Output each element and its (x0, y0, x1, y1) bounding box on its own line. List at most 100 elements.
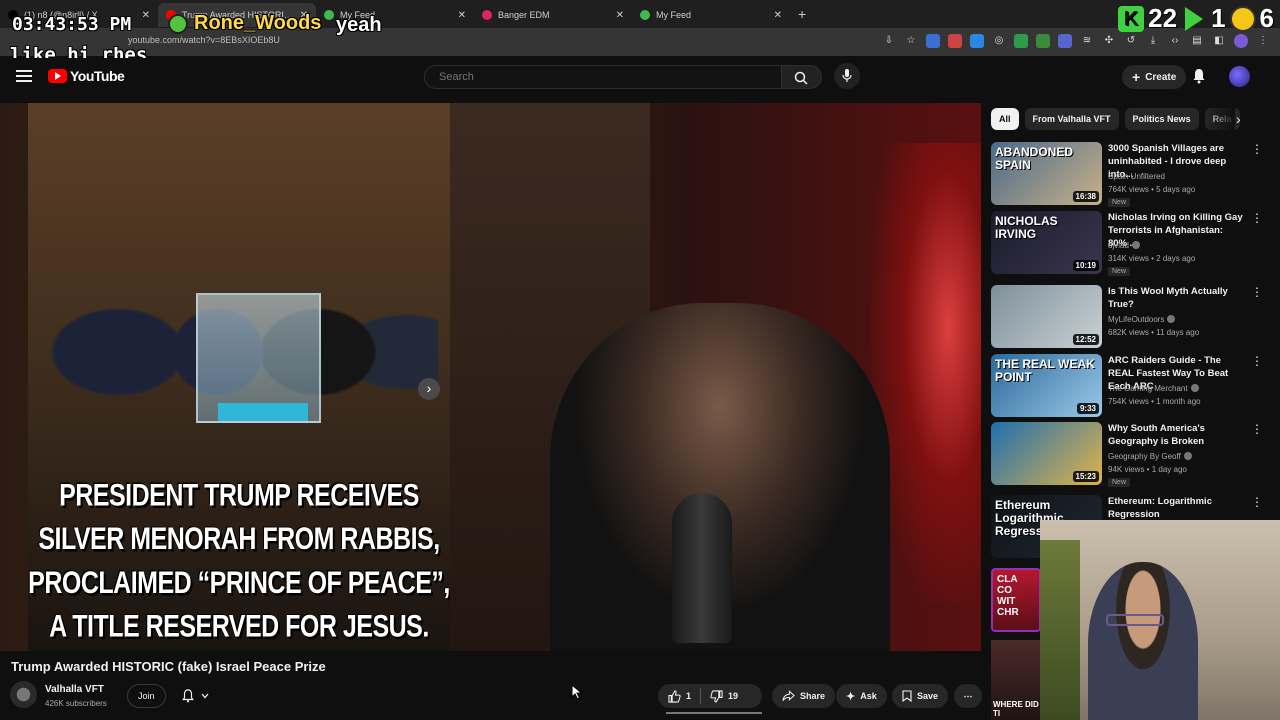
recommended-video[interactable]: 15:23 Why South America's Geography is Br… (991, 422, 1271, 488)
youtube-logo[interactable]: YouTube (48, 68, 125, 84)
video-thumbnail[interactable]: 15:23 (991, 422, 1102, 485)
filter-chip[interactable]: From Valhalla VFT (1024, 108, 1119, 130)
extension-icon[interactable] (948, 34, 962, 48)
recommended-video[interactable]: 12:52 Is This Wool Myth Actually True? MyL… (991, 285, 1271, 351)
recommended-channel[interactable]: MyLifeOutdoors (1108, 315, 1164, 324)
chevron-right-icon[interactable]: › (1236, 111, 1241, 127)
video-thumbnail[interactable]: NICHOLAS IRVING 10:19 (991, 211, 1102, 274)
tab-label: My Feed (656, 10, 692, 20)
recommended-channel[interactable]: The Gaming Merchant (1108, 384, 1188, 393)
recommended-channel[interactable]: Geography By Geoff (1108, 452, 1181, 461)
video-title: Trump Awarded HISTORIC (fake) Israel Pea… (11, 659, 326, 674)
bell-icon (182, 689, 194, 703)
filter-chip[interactable]: Politics News (1124, 108, 1199, 130)
verified-icon (1183, 452, 1192, 460)
extension-icon[interactable] (1058, 34, 1072, 48)
screen: (1) n8 (@n8irll) / X ✕ Trump Awarded HISTO… (0, 0, 1280, 720)
video-thumbnail[interactable]: THE REAL WEAK POINT 9:33 (991, 354, 1102, 417)
create-button[interactable]: + Create (1122, 65, 1187, 89)
extension-icon[interactable] (970, 34, 984, 48)
sparkle-icon: ✦ (846, 690, 856, 703)
search-input[interactable] (425, 66, 781, 88)
tab-label: Banger EDM (498, 10, 550, 20)
ask-button[interactable]: ✦ Ask (836, 684, 887, 708)
recommended-channel[interactable]: Spain Unfiltered (1108, 172, 1165, 181)
carousel-next-icon[interactable]: › (418, 378, 440, 400)
menu-icon[interactable]: ⋮ (1256, 34, 1270, 48)
hamburger-menu-icon[interactable] (16, 70, 32, 82)
video-player[interactable]: PRESIDENT TRUMP RECEIVES SILVER MENORAH … (0, 103, 981, 651)
thumbs-down-icon[interactable] (710, 689, 723, 703)
extension-icon[interactable]: ≋ (1080, 34, 1094, 48)
save-label: Save (917, 691, 939, 701)
close-tab-icon[interactable]: ✕ (616, 10, 624, 21)
new-tab-button[interactable]: + (798, 6, 806, 22)
channel-avatar[interactable] (10, 681, 37, 708)
channel-name[interactable]: Valhalla VFT (45, 684, 104, 695)
more-options-icon[interactable]: ⋮ (1251, 422, 1263, 436)
bell-icon (1193, 69, 1205, 84)
bookmark-icon (902, 690, 912, 702)
share-button[interactable]: Share (772, 684, 836, 708)
stream-stats: K 22 1 6 (1118, 3, 1274, 34)
recommended-video[interactable]: ABANDONED SPAIN 16:38 3000 Spanish Village… (991, 142, 1271, 208)
browser-tab[interactable]: Banger EDM ✕ (474, 3, 632, 27)
recommended-video[interactable]: THE REAL WEAK POINT 9:33 ARC Raiders Guide… (991, 354, 1271, 420)
channel-line: The Gaming Merchant (1108, 384, 1199, 393)
close-tab-icon[interactable]: ✕ (142, 10, 150, 21)
recommended-title[interactable]: Ethereum: Logarithmic Regression (1108, 495, 1244, 521)
thumbnail-text: ABANDONED SPAIN (995, 145, 1073, 172)
tab-favicon-icon (324, 10, 334, 20)
install-icon[interactable]: ⇩ (882, 34, 896, 48)
thumbnail-text: NICHOLAS IRVING (995, 214, 1058, 241)
like-dislike-group: 1 19 (658, 684, 762, 708)
filter-chip[interactable]: All (991, 108, 1019, 130)
video-thumbnail[interactable]: ABANDONED SPAIN 16:38 (991, 142, 1102, 205)
caption-line: PRESIDENT TRUMP RECEIVES (59, 477, 419, 513)
more-options-icon[interactable]: ⋮ (1251, 211, 1263, 225)
profile-icon[interactable] (1234, 34, 1248, 48)
puzzle-icon[interactable]: ✣ (1102, 34, 1116, 48)
close-tab-icon[interactable]: ✕ (458, 10, 466, 21)
history-icon[interactable]: ↺ (1124, 34, 1138, 48)
recommended-title[interactable]: Is This Wool Myth Actually True? (1108, 285, 1244, 311)
more-options-icon[interactable]: ⋮ (1251, 495, 1263, 509)
join-button[interactable]: Join (127, 684, 166, 708)
recommended-title[interactable]: Why South America's Geography is Broken (1108, 422, 1244, 448)
bookmark-star-icon[interactable]: ☆ (904, 34, 918, 48)
recommended-video[interactable]: NICHOLAS IRVING 10:19 Nicholas Irving on K… (991, 211, 1271, 277)
inset-image: PRESIDENT TRUMP RECEIVES SILVER MENORAH … (28, 103, 450, 651)
extension-icon[interactable]: ◎ (992, 34, 1006, 48)
thumbs-up-icon[interactable] (668, 689, 681, 703)
view-meta: 682K views • 11 days ago (1108, 328, 1200, 337)
create-label: Create (1145, 71, 1177, 83)
notification-settings-button[interactable] (172, 684, 218, 708)
video-thumbnail[interactable]: 12:52 (991, 285, 1102, 348)
save-button[interactable]: Save (892, 684, 949, 708)
devtools-icon[interactable]: ‹› (1168, 34, 1182, 48)
close-tab-icon[interactable]: ✕ (774, 10, 782, 21)
account-avatar[interactable] (1229, 66, 1250, 87)
more-options-icon[interactable]: ⋮ (1251, 285, 1263, 299)
filter-chips: AllFrom Valhalla VFTPolitics NewsRela (991, 108, 1240, 130)
extension-icon[interactable] (1014, 34, 1028, 48)
more-actions-button[interactable]: ⋯ (954, 684, 982, 708)
duration-badge: 9:33 (1076, 403, 1099, 414)
more-options-icon[interactable]: ⋮ (1251, 354, 1263, 368)
extension-icon[interactable] (926, 34, 940, 48)
more-options-icon[interactable]: ⋮ (1251, 142, 1263, 156)
sidebar-icon[interactable]: ◧ (1212, 34, 1226, 48)
chat-username: Rone_Woods (168, 12, 321, 35)
extension-icon[interactable] (1036, 34, 1050, 48)
search-button[interactable] (782, 65, 822, 89)
url-field[interactable]: youtube.com/watch?v=8EBsXIOEb8U (128, 35, 280, 45)
reader-icon[interactable]: ▤ (1190, 34, 1204, 48)
caption-line: A TITLE RESERVED FOR JESUS. (49, 609, 429, 644)
browser-tab[interactable]: My Feed ✕ (632, 3, 790, 27)
stream-clock: 03:43:53 PM (12, 14, 132, 35)
download-icon[interactable]: ⤓ (1146, 34, 1160, 48)
search-icon (794, 71, 808, 85)
voice-search-button[interactable] (834, 63, 860, 89)
recommended-channel[interactable]: djvlad (1108, 241, 1129, 250)
notifications-button[interactable] (1192, 68, 1206, 89)
